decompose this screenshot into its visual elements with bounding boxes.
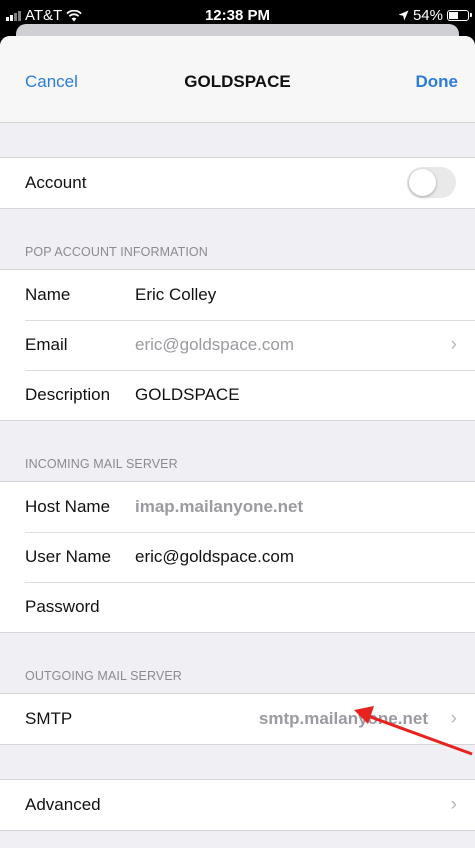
battery-icon: [447, 10, 472, 21]
email-row[interactable]: Email eric@goldspace.com ›: [0, 320, 475, 370]
password-row[interactable]: Password: [0, 582, 475, 632]
description-row[interactable]: Description GOLDSPACE: [0, 370, 475, 420]
incoming-header-text: INCOMING MAIL SERVER: [25, 457, 178, 471]
username-label: User Name: [25, 547, 111, 566]
name-field[interactable]: Eric Colley: [135, 285, 216, 305]
advanced-row[interactable]: Advanced ›: [0, 780, 475, 830]
host-field[interactable]: imap.mailanyone.net: [135, 497, 303, 517]
account-toggle[interactable]: [407, 167, 456, 198]
description-label: Description: [25, 385, 111, 404]
pop-section-header: POP ACCOUNT INFORMATION: [0, 209, 475, 269]
host-row[interactable]: Host Name imap.mailanyone.net: [0, 482, 475, 532]
incoming-section-header: INCOMING MAIL SERVER: [0, 421, 475, 481]
host-label: Host Name: [25, 497, 111, 516]
name-row[interactable]: Name Eric Colley: [0, 270, 475, 320]
toggle-knob: [409, 169, 436, 196]
account-label: Account: [25, 173, 87, 192]
battery-fill: [449, 12, 458, 19]
name-label: Name: [25, 285, 71, 304]
status-right: 54%: [398, 7, 472, 24]
account-group: Account: [0, 157, 475, 209]
outgoing-section-header: OUTGOING MAIL SERVER: [0, 633, 475, 693]
smtp-label: SMTP: [25, 709, 73, 728]
nav-bar: Cancel GOLDSPACE Done: [0, 36, 475, 123]
advanced-label: Advanced: [25, 795, 101, 814]
page-title: GOLDSPACE: [184, 72, 291, 91]
red-arrow-annotation: [354, 706, 473, 756]
password-label: Password: [25, 597, 100, 616]
incoming-group: Host Name imap.mailanyone.net User Name …: [0, 481, 475, 633]
username-row[interactable]: User Name eric@goldspace.com: [0, 532, 475, 582]
pop-header-text: POP ACCOUNT INFORMATION: [25, 245, 208, 259]
pop-group: Name Eric Colley Email eric@goldspace.co…: [0, 269, 475, 421]
account-row: Account: [0, 158, 475, 208]
outgoing-header-text: OUTGOING MAIL SERVER: [25, 669, 182, 683]
email-label: Email: [25, 335, 68, 354]
done-button[interactable]: Done: [416, 72, 459, 92]
advanced-group: Advanced ›: [0, 779, 475, 831]
chevron-right-icon: ›: [450, 334, 457, 355]
battery-percent: 54%: [412, 7, 443, 24]
email-value: eric@goldspace.com: [135, 335, 294, 354]
description-field[interactable]: GOLDSPACE: [135, 385, 240, 405]
username-field[interactable]: eric@goldspace.com: [135, 547, 294, 567]
location-icon: [398, 10, 409, 21]
chevron-right-icon: ›: [450, 794, 457, 815]
